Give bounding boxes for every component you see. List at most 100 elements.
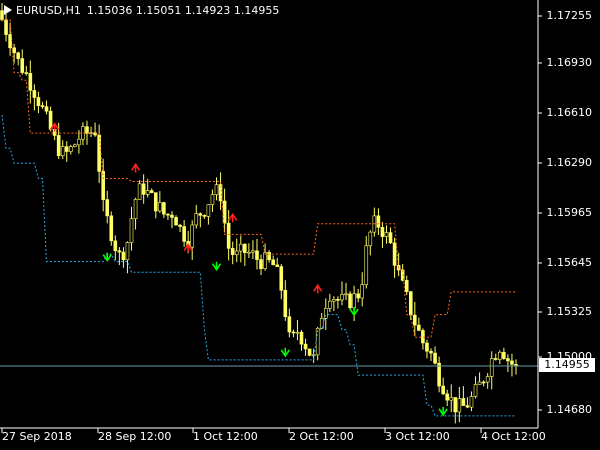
price-label-9: 1.14680 <box>546 403 593 416</box>
candle-body <box>73 144 77 147</box>
candle-body <box>178 224 182 227</box>
price-label-5: 1.15965 <box>546 206 593 219</box>
candle-body <box>16 52 20 59</box>
candle-body <box>489 358 494 377</box>
buy-arrow-icon <box>349 307 359 317</box>
candle-body <box>226 222 231 249</box>
price-label-7: 1.15325 <box>546 305 593 318</box>
arrows-layer <box>49 122 448 417</box>
candle-body <box>429 350 433 354</box>
candle-body <box>473 384 478 397</box>
candle-body <box>477 381 482 385</box>
candle-body <box>469 396 474 408</box>
candle-body <box>332 299 336 302</box>
candle-body <box>295 331 300 334</box>
price-label-6: 1.15645 <box>546 256 593 269</box>
candle-body <box>243 243 247 253</box>
candle-body <box>514 363 518 366</box>
candle-body <box>194 213 199 226</box>
candle-body <box>137 183 142 200</box>
symbol-label: EURUSD,H1 <box>16 3 81 17</box>
candle-body <box>408 291 413 316</box>
candle-body <box>125 242 130 261</box>
candle-body <box>441 385 445 395</box>
buy-arrow-icon <box>438 406 448 417</box>
candle-body <box>85 126 89 134</box>
candle-body <box>210 194 215 205</box>
candle-body <box>109 215 114 242</box>
price-chart[interactable] <box>0 0 600 450</box>
candle-body <box>348 293 352 309</box>
candle-body <box>299 331 304 345</box>
candle-body <box>101 171 105 200</box>
candle-body <box>356 293 360 299</box>
candle-body <box>493 358 498 360</box>
candle-body <box>307 348 312 356</box>
candle-body <box>69 146 73 152</box>
candle-body <box>498 351 502 360</box>
bands-layer <box>1 19 516 417</box>
candle-body <box>461 398 466 406</box>
candle-body <box>141 183 146 195</box>
candle-body <box>384 232 389 237</box>
candle-body <box>222 200 227 224</box>
candle-body <box>56 135 61 157</box>
candle-body <box>413 314 417 326</box>
candle-body <box>28 72 33 91</box>
candle-body <box>12 47 16 54</box>
candle-body <box>166 213 170 216</box>
ohlc-values: 1.15036 1.15051 1.14923 1.14955 <box>86 3 280 17</box>
candle-body <box>267 252 271 261</box>
dropdown-triangle-icon[interactable] <box>4 5 12 15</box>
candle-body <box>105 199 110 217</box>
candle-body <box>323 307 328 319</box>
candle-body <box>129 218 134 243</box>
candle-body <box>44 106 49 112</box>
sell-arrow-icon <box>313 283 323 294</box>
upper-band-line <box>2 19 516 338</box>
candle-body <box>247 251 251 254</box>
candle-body <box>259 259 263 269</box>
candle-body <box>279 266 284 291</box>
chart-header: EURUSD,H1 1.15036 1.15051 1.14923 1.1495… <box>4 2 279 18</box>
sell-arrow-icon <box>130 162 141 173</box>
price-label-1: 1.17255 <box>546 9 593 22</box>
axis-ticks <box>1 15 542 433</box>
time-label-4: 2 Oct 12:00 <box>289 430 354 443</box>
candle-body <box>287 316 292 333</box>
candle-body <box>234 250 239 255</box>
candle-body <box>170 214 174 218</box>
candle-body <box>283 289 288 318</box>
time-label-2: 28 Sep 12:00 <box>98 430 172 443</box>
candle-body <box>60 146 65 157</box>
candle-body <box>315 328 320 356</box>
time-label-6: 4 Oct 12:00 <box>481 430 546 443</box>
candle-body <box>121 251 126 261</box>
price-label-3: 1.16610 <box>546 106 593 119</box>
candle-body <box>4 19 8 35</box>
candle-body <box>64 146 69 152</box>
candle-body <box>425 342 429 352</box>
candle-body <box>328 300 332 309</box>
candle-body <box>214 184 219 195</box>
time-label-1: 27 Sep 2018 <box>2 430 72 443</box>
candle-body <box>190 224 195 248</box>
candle-body <box>251 250 255 253</box>
candle-body <box>340 294 344 301</box>
candle-body <box>437 362 441 387</box>
candle-body <box>502 351 506 359</box>
candle-body <box>32 90 37 98</box>
candle-body <box>291 331 296 334</box>
candle-body <box>388 232 393 244</box>
time-label-3: 1 Oct 12:00 <box>193 430 258 443</box>
candle-body <box>97 134 101 172</box>
candle-body <box>202 215 207 217</box>
candle-body <box>40 105 45 107</box>
candle-body <box>352 293 356 309</box>
candle-body <box>77 138 81 146</box>
candle-body <box>360 284 365 299</box>
buy-arrow-icon <box>211 261 222 272</box>
candle-body <box>133 199 138 220</box>
candle-body <box>481 381 486 384</box>
time-label-5: 3 Oct 12:00 <box>385 430 450 443</box>
